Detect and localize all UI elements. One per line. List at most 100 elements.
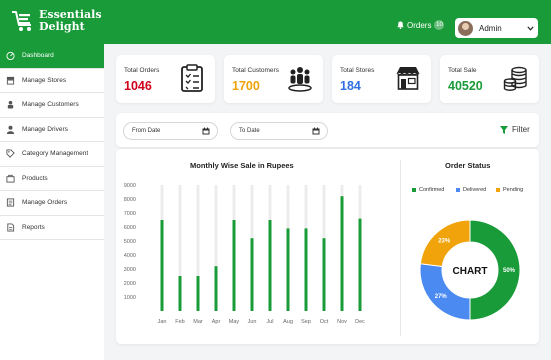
avatar (458, 20, 473, 36)
chart-divider (400, 160, 401, 336)
products-icon (6, 174, 15, 183)
x-tick-label: May (229, 319, 240, 325)
stat-label: Total Orders (124, 67, 160, 74)
customers-icon (6, 100, 15, 109)
x-tick-label: Jul (266, 319, 273, 325)
bar-oct (322, 238, 326, 311)
order-status-donut-chart: 50% 27% 23% CHART (419, 219, 521, 321)
admin-label: Admin (479, 23, 502, 33)
slice-value-label: 27% (435, 294, 448, 300)
coins-icon (503, 66, 527, 91)
x-tick-label: Oct (320, 319, 329, 325)
calendar-icon (312, 127, 320, 135)
y-tick-label: 1000 (124, 295, 136, 301)
orders-label: Orders (407, 20, 432, 30)
x-tick-label: Sep (301, 319, 311, 325)
y-tick-label: 5000 (124, 239, 136, 245)
cart-logo-icon (10, 8, 36, 34)
from-date-input[interactable]: From Date (123, 122, 218, 140)
bar-aug (286, 228, 290, 311)
bar-nov (340, 196, 344, 311)
sidebar-item-label: Manage Orders (22, 199, 68, 207)
filter-button[interactable]: Filter (500, 125, 530, 134)
orders-notification[interactable]: Orders 10 (397, 20, 445, 30)
sidebar-item-label: Manage Stores (22, 76, 67, 84)
stat-value: 1046 (124, 79, 152, 93)
x-tick-label: Mar (193, 319, 203, 325)
y-tick-label: 3000 (124, 267, 136, 273)
legend-swatch-delivered (456, 188, 460, 192)
bar-sep (304, 228, 308, 311)
storefront-icon (396, 67, 420, 90)
legend-label: Pending (503, 187, 524, 193)
y-tick-label: 8000 (124, 197, 136, 203)
bell-icon (397, 21, 404, 29)
bar-mar (196, 276, 200, 311)
y-tick-label: 2000 (124, 281, 136, 287)
category-icon (6, 149, 15, 158)
bar-dec (358, 218, 362, 311)
sidebar-item-manage-orders[interactable]: Manage Orders (0, 191, 104, 216)
bar-jul (268, 220, 272, 311)
x-tick-label: Nov (337, 319, 347, 325)
sidebar-item-manage-customers[interactable]: Manage Customers (0, 93, 104, 118)
legend-item-confirmed: Confirmed (412, 187, 444, 193)
legend-swatch-pending (496, 188, 500, 192)
stat-card-total-sale[interactable]: Total Sale 40520 (440, 55, 539, 103)
sidebar-item-label: Category Management (22, 150, 89, 158)
sidebar-item-manage-stores[interactable]: Manage Stores (0, 69, 104, 93)
monthly-sale-bar-chart: 1000 2000 3000 4000 5000 6000 7000 8000 9000 Jan F… (124, 183, 365, 325)
x-tick-label: Jun (248, 319, 257, 325)
filter-label: Filter (512, 125, 530, 134)
bar-feb (178, 276, 182, 311)
stat-card-total-stores[interactable]: Total Stores 184 (332, 55, 431, 103)
from-date-label: From Date (132, 128, 161, 134)
y-tick-label: 7000 (124, 211, 136, 217)
brand-line-2: Delight (39, 20, 85, 33)
brand-name: Essentials Delight (39, 9, 102, 33)
stat-label: Total Sale (448, 67, 477, 74)
sidebar-item-label: Products (22, 174, 48, 182)
slice-value-label: 50% (503, 268, 516, 274)
sidebar-item-label: Dashboard (22, 52, 54, 60)
stat-value: 40520 (448, 79, 483, 93)
admin-account-dropdown[interactable]: Admin (455, 18, 538, 38)
people-icon (288, 67, 312, 92)
driver-icon (6, 125, 15, 134)
stat-value: 1700 (232, 79, 260, 93)
bar-chart-title: Monthly Wise Sale in Rupees (190, 161, 294, 170)
stat-card-total-orders[interactable]: Total Orders 1046 (116, 55, 215, 103)
store-icon (6, 76, 15, 85)
clipboard-icon (181, 64, 203, 92)
calendar-icon (202, 127, 210, 135)
donut-chart-title: Order Status (445, 161, 491, 170)
orders-count-badge: 10 (434, 20, 445, 30)
to-date-input[interactable]: To Date (230, 122, 328, 140)
sidebar: Dashboard Manage Stores Manage Customers… (0, 44, 104, 360)
slice-value-label: 23% (438, 239, 451, 245)
y-tick-label: 4000 (124, 253, 136, 259)
sidebar-item-label: Manage Drivers (22, 125, 68, 133)
sidebar-item-manage-drivers[interactable]: Manage Drivers (0, 118, 104, 142)
sidebar-item-label: Manage Customers (22, 101, 79, 109)
stat-label: Total Stores (340, 67, 375, 74)
sidebar-item-dashboard[interactable]: Dashboard (0, 44, 104, 69)
x-tick-label: Feb (175, 319, 184, 325)
stat-card-total-customers[interactable]: Total Customers 1700 (224, 55, 323, 103)
x-tick-label: Dec (355, 319, 365, 325)
sidebar-item-reports[interactable]: Reports (0, 216, 104, 240)
sidebar-item-products[interactable]: Products (0, 167, 104, 191)
y-tick-label: 6000 (124, 225, 136, 231)
x-tick-label: Aug (283, 319, 293, 325)
filter-icon (500, 125, 508, 134)
reports-icon (6, 223, 15, 232)
sidebar-item-category-management[interactable]: Category Management (0, 142, 104, 167)
legend-label: Delivered (463, 187, 487, 193)
dashboard-icon (6, 51, 15, 61)
top-bar: Essentials Delight Orders 10 Admin (0, 0, 551, 44)
stat-label: Total Customers (232, 67, 279, 74)
brand-logo[interactable]: Essentials Delight (10, 8, 102, 34)
bar-jun (250, 238, 254, 311)
orders-icon (6, 198, 15, 207)
legend-item-pending: Pending (496, 187, 523, 193)
